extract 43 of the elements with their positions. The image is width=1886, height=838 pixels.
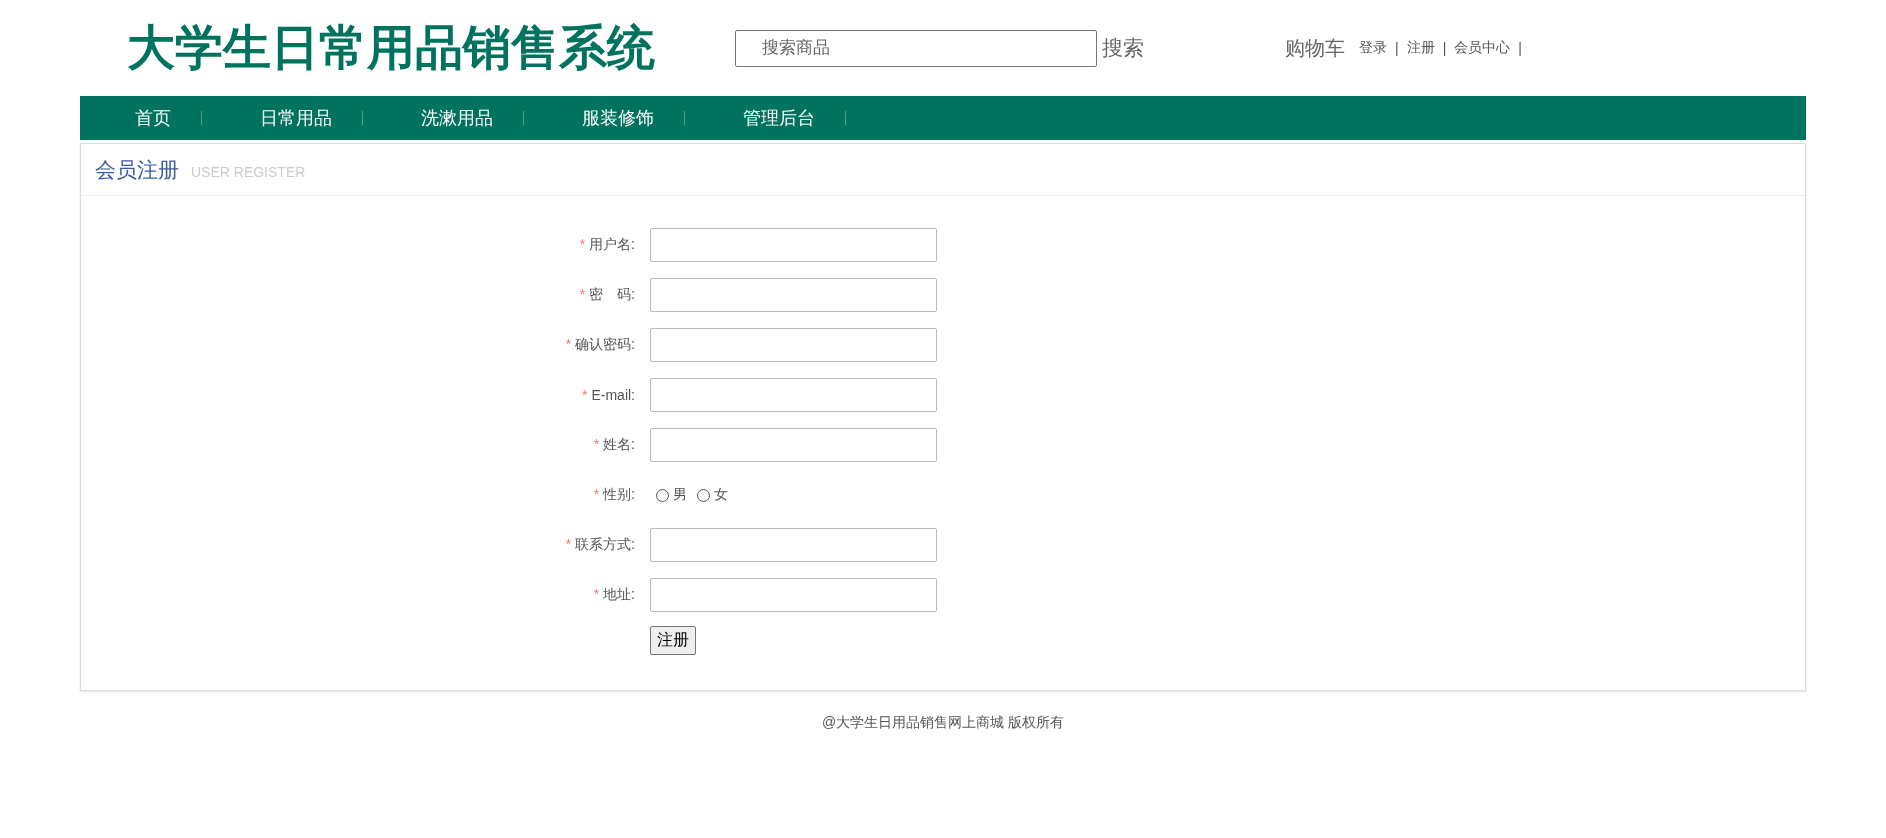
- nav-item[interactable]: 管理后台: [743, 106, 815, 130]
- input-field[interactable]: [650, 428, 937, 462]
- header-link[interactable]: 注册: [1406, 39, 1435, 57]
- register-button[interactable]: 注册: [650, 626, 696, 655]
- required-mark: *: [593, 486, 600, 502]
- input-field[interactable]: [650, 578, 937, 612]
- header-link[interactable]: 会员中心: [1454, 39, 1511, 57]
- field-label: 密 码:: [589, 286, 635, 302]
- separator: |: [1395, 40, 1399, 56]
- copyright-text: @大学生日用品销售网上商城 版权所有: [820, 714, 1066, 732]
- header-link[interactable]: 登录: [1359, 39, 1387, 57]
- nav-item[interactable]: 服装修饰: [582, 106, 654, 130]
- nav-item[interactable]: 洗漱用品: [421, 106, 493, 130]
- required-mark: *: [579, 286, 586, 302]
- required-mark: *: [565, 336, 572, 352]
- input-field[interactable]: [650, 278, 937, 312]
- field-label: 姓名:: [603, 436, 635, 452]
- search-button[interactable]: 搜索: [1102, 34, 1144, 62]
- field-label: 联系方式:: [575, 536, 635, 552]
- field-label: 性别:: [603, 486, 635, 502]
- panel-title: 会员注册: [95, 156, 179, 183]
- radio-label: 女: [714, 486, 728, 504]
- field-label: 地址:: [603, 586, 635, 602]
- separator: |: [1518, 40, 1522, 56]
- required-mark: *: [593, 436, 600, 452]
- required-mark: *: [565, 536, 572, 552]
- cart-link[interactable]: 购物车: [1285, 34, 1345, 62]
- field-label: 用户名:: [589, 236, 635, 252]
- search-field[interactable]: 搜索商品: [735, 29, 1097, 67]
- required-mark: *: [579, 236, 586, 252]
- input-field[interactable]: [650, 528, 937, 562]
- input-field[interactable]: [650, 228, 937, 262]
- field-label: 确认密码:: [575, 336, 635, 352]
- required-mark: *: [593, 586, 600, 602]
- field-label: E-mail:: [591, 387, 635, 403]
- nav-item[interactable]: 日常用品: [260, 106, 332, 130]
- input-field[interactable]: [650, 328, 937, 362]
- site-logo: 大学生日常用品销售系统: [127, 18, 656, 77]
- input-field[interactable]: [650, 378, 937, 412]
- required-mark: *: [582, 387, 588, 403]
- radio-label: 男: [673, 486, 687, 504]
- separator: |: [1442, 40, 1447, 56]
- nav-item[interactable]: 首页: [135, 106, 171, 130]
